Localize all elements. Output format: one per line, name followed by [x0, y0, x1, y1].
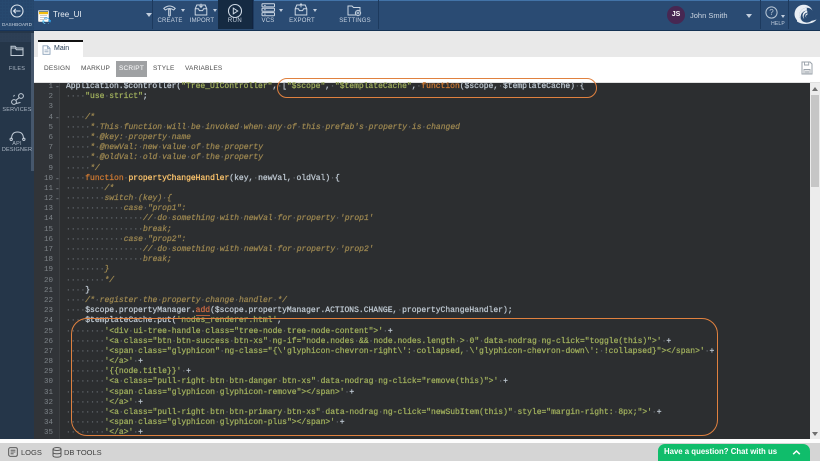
svg-text:?: ?: [769, 8, 774, 17]
